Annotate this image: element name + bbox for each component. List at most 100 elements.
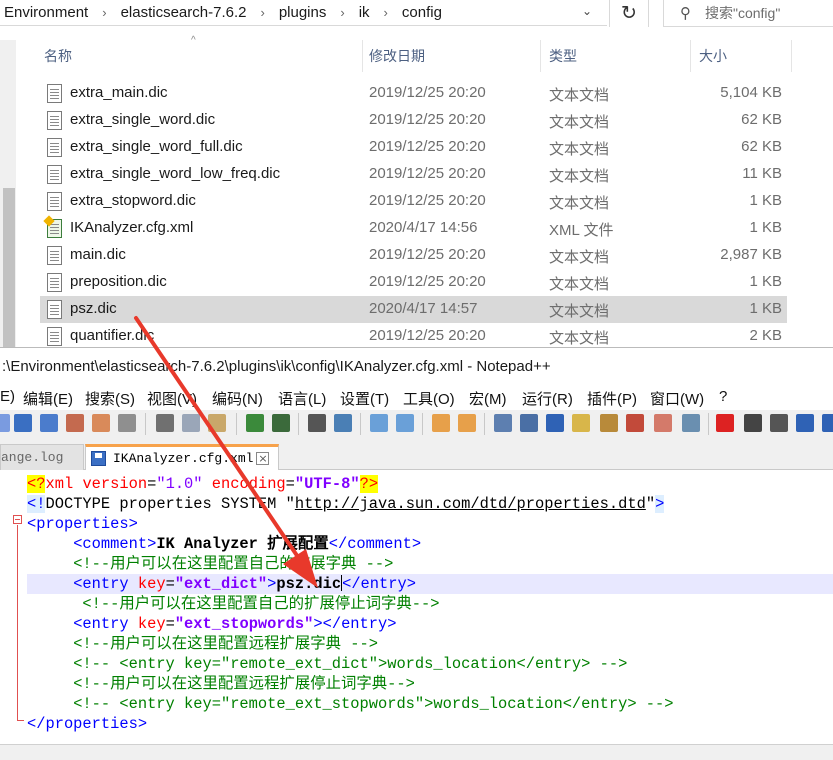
word-wrap-icon[interactable] — [494, 414, 512, 432]
file-type: 文本文档 — [549, 249, 610, 266]
file-row[interactable]: extra_single_word.dic 2019/12/25 20:20 文… — [40, 107, 787, 134]
file-row-selected[interactable]: psz.dic 2020/4/17 14:57 文本文档 1 KB — [40, 296, 787, 323]
show-all-characters-icon[interactable] — [520, 414, 538, 432]
file-explorer-window: Environment › elasticsearch-7.6.2 › plug… — [0, 0, 833, 347]
breadcrumb-elasticsearch[interactable]: elasticsearch-7.6.2 — [117, 4, 251, 21]
close-icon[interactable] — [66, 414, 84, 432]
tab-change-log[interactable]: ange.log — [0, 444, 84, 470]
toolbar — [0, 410, 833, 440]
file-size: 2 KB — [749, 327, 782, 344]
file-name: extra_single_word_full.dic — [70, 138, 243, 155]
scrollbar-thumb[interactable] — [3, 188, 15, 347]
cut-icon[interactable] — [156, 414, 174, 432]
record-macro-icon[interactable] — [716, 414, 734, 432]
tab-ikanalyzer-cfg[interactable]: IKAnalyzer.cfg.xml × — [85, 444, 279, 470]
chevron-right-icon: › — [383, 5, 388, 20]
language-define-icon[interactable] — [572, 414, 590, 432]
file-name: psz.dic — [70, 300, 117, 317]
menu-search[interactable]: 搜索(S) — [85, 388, 135, 409]
stop-recording-icon[interactable] — [744, 414, 762, 432]
file-type: 文本文档 — [549, 303, 610, 320]
playback-icon[interactable] — [770, 414, 788, 432]
column-date-header[interactable]: 修改日期 — [367, 40, 425, 72]
toolbar-separator — [298, 413, 299, 435]
column-size-header[interactable]: 大小 — [697, 40, 727, 72]
chevron-right-icon: › — [340, 5, 345, 20]
menu-file[interactable]: E) — [0, 388, 15, 405]
navigation-pane-scrollbar[interactable] — [0, 40, 16, 347]
menu-encoding[interactable]: 编码(N) — [212, 388, 263, 409]
column-divider[interactable] — [690, 40, 691, 72]
indent-guide-icon[interactable] — [546, 414, 564, 432]
redo-icon[interactable] — [272, 414, 290, 432]
code-line-7: <!--用户可以在这里配置自己的扩展停止词字典--> — [82, 595, 440, 613]
menu-settings[interactable]: 设置(T) — [340, 388, 389, 409]
menu-view[interactable]: 视图(V) — [147, 388, 197, 409]
code-line-9: <!--用户可以在这里配置远程扩展字典 --> — [73, 635, 378, 653]
folder-as-workspace-icon[interactable] — [654, 414, 672, 432]
toolbar-separator — [145, 413, 146, 435]
new-file-icon[interactable] — [0, 414, 10, 432]
monitoring-icon[interactable] — [682, 414, 700, 432]
search-input[interactable]: ⚲ 搜索"config" — [663, 0, 833, 27]
breadcrumb-plugins[interactable]: plugins — [275, 4, 331, 21]
breadcrumb-config[interactable]: config — [398, 4, 446, 21]
menu-tools[interactable]: 工具(O) — [403, 388, 455, 409]
close-all-icon[interactable] — [92, 414, 110, 432]
file-row[interactable]: extra_stopword.dic 2019/12/25 20:20 文本文档… — [40, 188, 787, 215]
file-row[interactable]: extra_single_word_low_freq.dic 2019/12/2… — [40, 161, 787, 188]
save-all-icon[interactable] — [40, 414, 58, 432]
breadcrumb-environment[interactable]: Environment — [0, 4, 92, 21]
undo-icon[interactable] — [246, 414, 264, 432]
save-icon[interactable] — [14, 414, 32, 432]
column-name-header[interactable]: 名称 — [42, 40, 72, 72]
column-divider[interactable] — [362, 40, 363, 72]
dictionary-value: psz.dic — [276, 575, 342, 593]
menu-run[interactable]: 运行(R) — [522, 388, 573, 409]
zoom-in-icon[interactable] — [370, 414, 388, 432]
text-file-icon — [47, 192, 62, 211]
paste-icon[interactable] — [208, 414, 226, 432]
file-date: 2020/4/17 14:56 — [369, 219, 478, 236]
text-file-icon — [47, 246, 62, 265]
print-icon[interactable] — [118, 414, 136, 432]
menu-edit[interactable]: 编辑(E) — [23, 388, 73, 409]
file-type: XML 文件 — [549, 222, 614, 239]
file-row[interactable]: quantifier.dic 2019/12/25 20:20 文本文档 2 K… — [40, 323, 787, 347]
save-macro-icon[interactable] — [822, 414, 833, 432]
menu-help[interactable]: ? — [719, 388, 727, 405]
file-row[interactable]: preposition.dic 2019/12/25 20:20 文本文档 1 … — [40, 269, 787, 296]
chevron-down-icon[interactable]: ⌄ — [582, 4, 592, 18]
column-divider[interactable] — [791, 40, 792, 72]
breadcrumb-ik[interactable]: ik — [355, 4, 374, 21]
file-row[interactable]: IKAnalyzer.cfg.xml 2020/4/17 14:56 XML 文… — [40, 215, 787, 242]
replace-icon[interactable] — [334, 414, 352, 432]
file-row[interactable]: extra_single_word_full.dic 2019/12/25 20… — [40, 134, 787, 161]
sync-horizontal-icon[interactable] — [458, 414, 476, 432]
file-row[interactable]: main.dic 2019/12/25 20:20 文本文档 2,987 KB — [40, 242, 787, 269]
function-list-icon[interactable] — [626, 414, 644, 432]
menu-language[interactable]: 语言(L) — [278, 388, 326, 409]
code-editor[interactable]: <?xml version="1.0" encoding="UTF-8"?> <… — [0, 470, 833, 744]
copy-icon[interactable] — [182, 414, 200, 432]
file-type: 文本文档 — [549, 330, 610, 347]
file-name: extra_single_word_low_freq.dic — [70, 165, 281, 182]
document-map-icon[interactable] — [600, 414, 618, 432]
zoom-out-icon[interactable] — [396, 414, 414, 432]
run-multiple-icon[interactable] — [796, 414, 814, 432]
fold-margin[interactable] — [0, 470, 27, 744]
address-bar[interactable]: Environment › elasticsearch-7.6.2 › plug… — [0, 0, 607, 26]
menu-macro[interactable]: 宏(M) — [469, 388, 507, 409]
sync-vertical-icon[interactable] — [432, 414, 450, 432]
close-tab-icon[interactable]: × — [256, 452, 270, 465]
file-row[interactable]: extra_main.dic 2019/12/25 20:20 文本文档 5,1… — [40, 80, 787, 107]
xml-file-icon — [47, 219, 62, 238]
menu-plugins[interactable]: 插件(P) — [587, 388, 637, 409]
fold-collapse-icon[interactable] — [13, 515, 22, 524]
menu-window[interactable]: 窗口(W) — [650, 388, 704, 409]
column-divider[interactable] — [540, 40, 541, 72]
file-name: extra_stopword.dic — [70, 192, 196, 209]
find-icon[interactable] — [308, 414, 326, 432]
refresh-button[interactable]: ↻ — [609, 0, 649, 27]
column-type-header[interactable]: 类型 — [547, 40, 577, 72]
